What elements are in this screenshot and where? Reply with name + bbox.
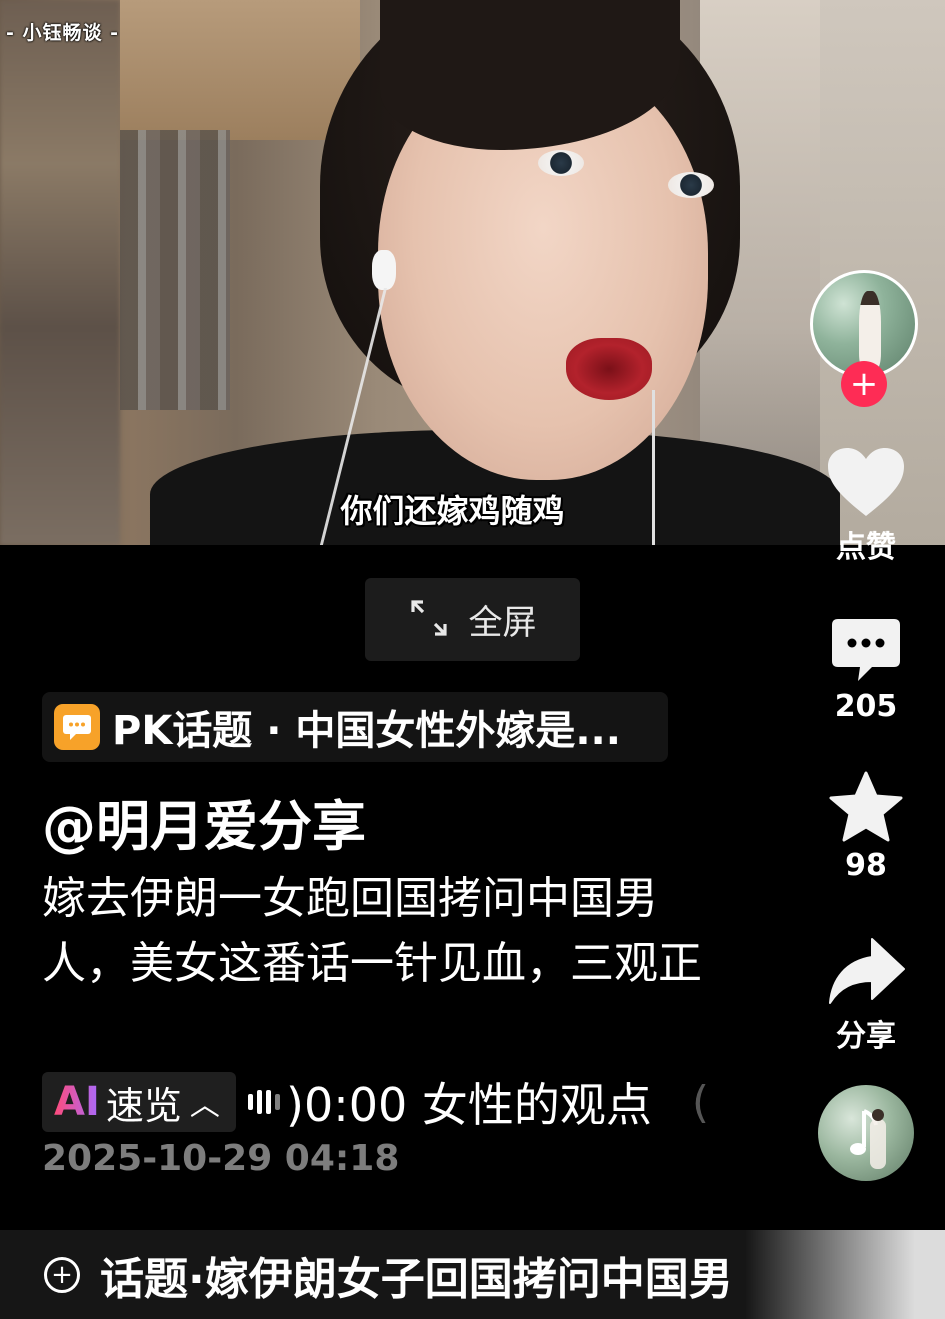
topic-text: 话题·嫁伊朗女子回国拷问中国男 xyxy=(100,1253,733,1305)
music-disc[interactable] xyxy=(818,1085,914,1181)
heart-icon xyxy=(828,448,904,516)
topic-fade xyxy=(745,1230,945,1319)
person-eye xyxy=(668,172,714,198)
plus-icon: + xyxy=(849,364,879,404)
video-background xyxy=(120,130,230,410)
add-circle-icon: + xyxy=(44,1256,80,1293)
video-background xyxy=(120,0,360,140)
ai-logo-icon: AI xyxy=(54,1079,100,1125)
share-icon xyxy=(829,938,905,1004)
share-label: 分享 xyxy=(836,1019,896,1054)
comment-count: 205 xyxy=(834,689,898,724)
like-label: 点赞 xyxy=(836,530,896,565)
ai-summary-text: )0:00 女性的观点 xyxy=(286,1078,652,1132)
earphone xyxy=(372,250,396,290)
ai-summary-label: 速览 xyxy=(105,1083,182,1128)
follow-button[interactable]: + xyxy=(841,361,887,407)
expand-icon xyxy=(409,598,449,642)
video-subtitle: 你们还嫁鸡随鸡 xyxy=(340,492,565,530)
favorite-count: 98 xyxy=(845,848,887,883)
fullscreen-label: 全屏 xyxy=(468,603,537,643)
audio-wave-icon xyxy=(248,1090,280,1114)
share-button[interactable]: 分享 xyxy=(810,935,922,1055)
music-note-icon xyxy=(850,1109,886,1169)
comment-button[interactable]: 205 xyxy=(810,615,922,724)
fullscreen-button[interactable]: 全屏 xyxy=(365,578,580,661)
pk-topic-text: PK话题 · 中国女性外嫁是... xyxy=(112,708,621,754)
ai-summary-button[interactable]: AI 速览 ︿ xyxy=(42,1072,236,1132)
like-button[interactable]: 点赞 xyxy=(810,446,922,566)
person-lips xyxy=(566,338,652,400)
video-watermark: - 小钰畅谈 - xyxy=(6,22,120,44)
avatar-figure xyxy=(859,291,881,369)
favorite-button[interactable]: 98 xyxy=(810,770,922,883)
post-date: 2025-10-29 04:18 xyxy=(42,1138,400,1179)
ai-summary-row: AI 速览 ︿ )0:00 女性的观点 ( xyxy=(42,1072,709,1132)
author-name[interactable]: @明月爱分享 xyxy=(42,782,366,861)
video-background xyxy=(0,0,120,545)
star-icon xyxy=(829,771,903,842)
pk-topic-chip[interactable]: PK话题 · 中国女性外嫁是... xyxy=(42,692,668,762)
video-player[interactable]: - 小钰畅谈 - 你们还嫁鸡随鸡 xyxy=(0,0,945,545)
pk-chat-icon xyxy=(54,704,100,750)
video-description: 嫁去伊朗一女跑回国拷问中国男人，美女这番话一针见血，三观正 xyxy=(42,873,702,989)
topic-bar[interactable]: + 话题·嫁伊朗女子回国拷问中国男 xyxy=(0,1230,945,1319)
chevron-up-icon: ︿ xyxy=(189,1088,220,1123)
comment-icon xyxy=(832,619,900,681)
ai-summary-next: ( xyxy=(691,1076,710,1128)
person-eye xyxy=(538,150,584,176)
